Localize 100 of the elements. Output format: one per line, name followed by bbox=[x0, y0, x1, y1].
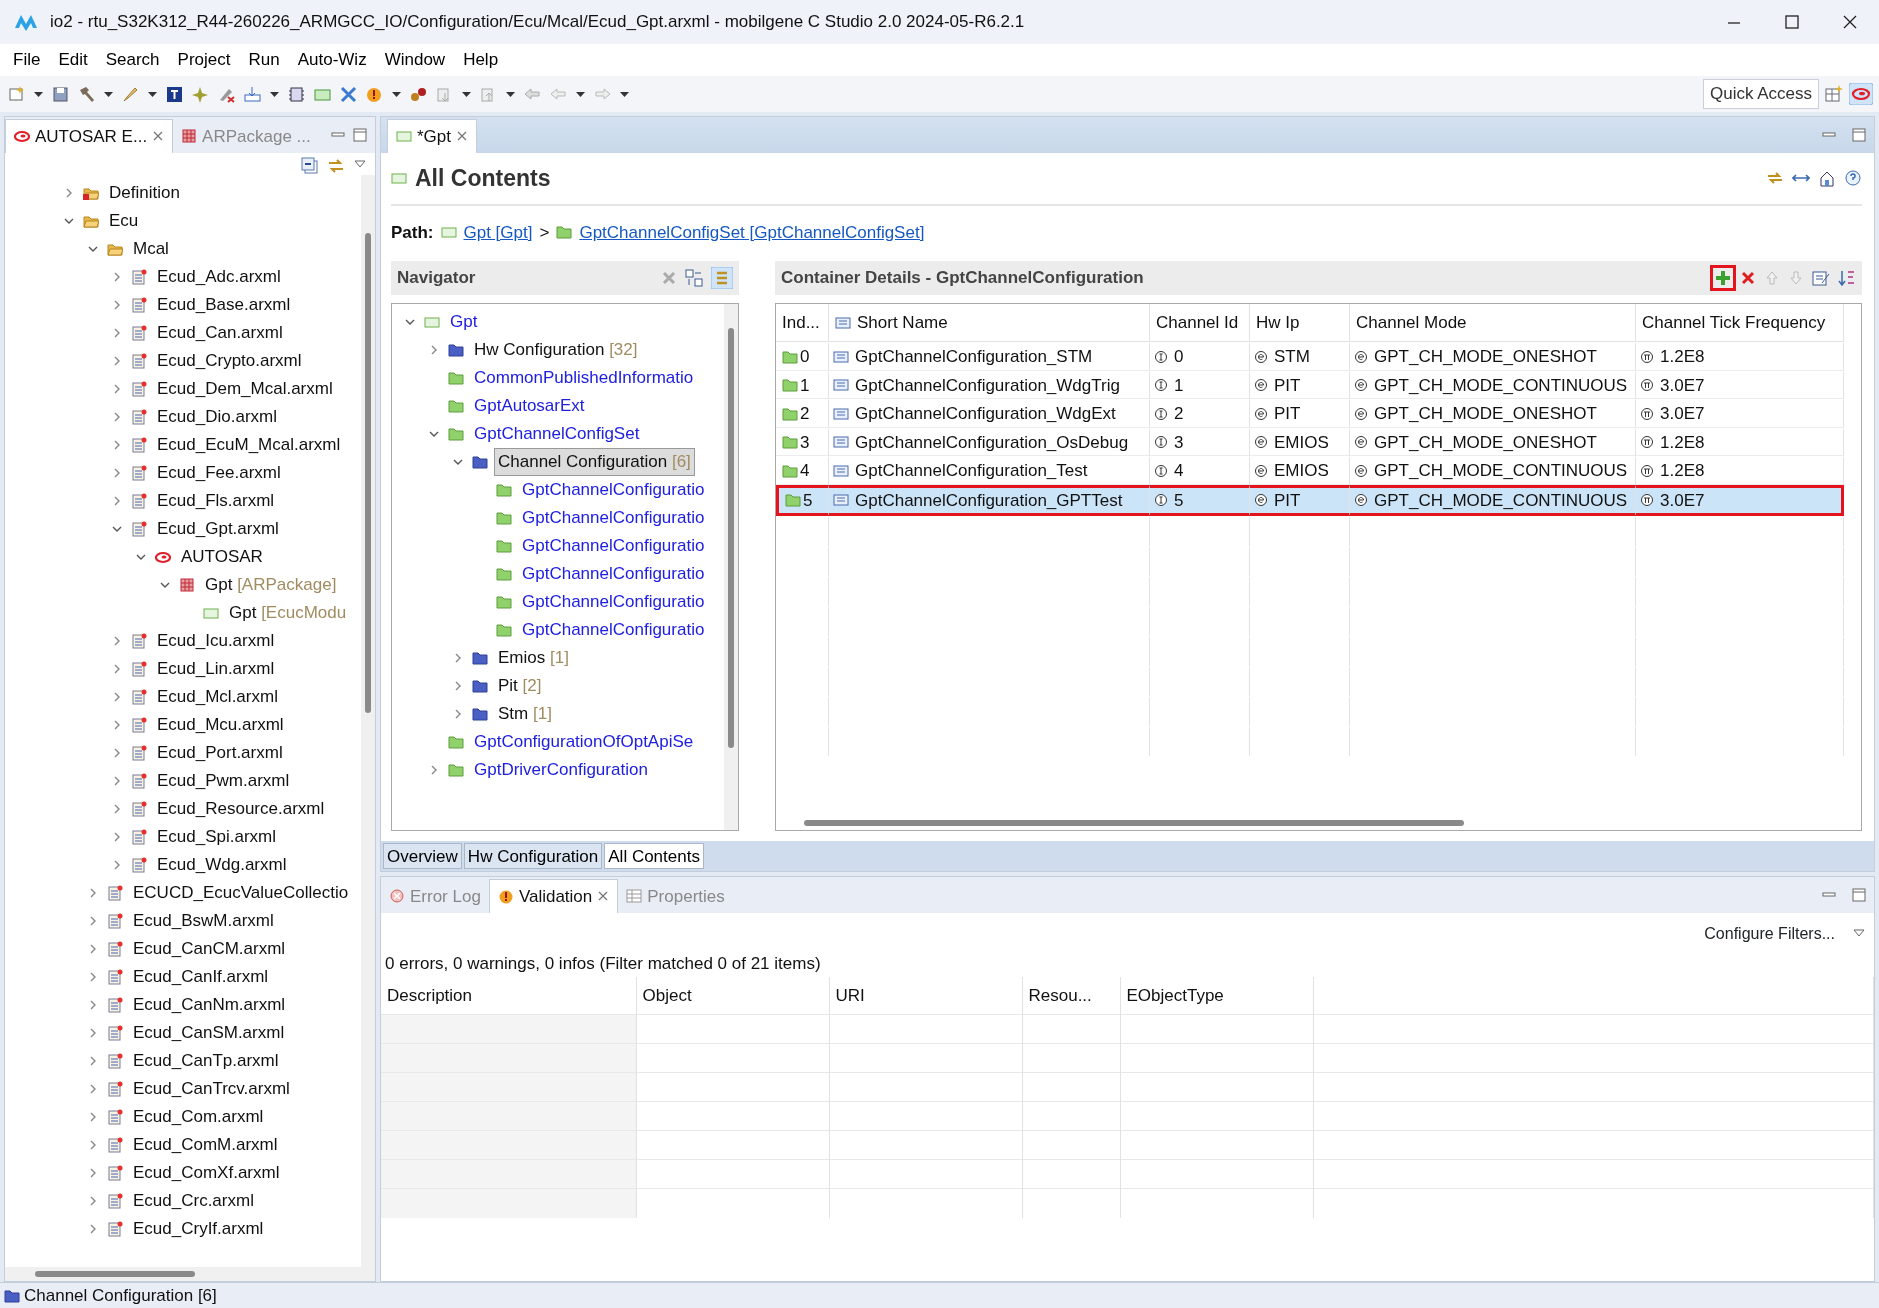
list-icon[interactable] bbox=[711, 267, 733, 289]
tree-item[interactable]: Ecu bbox=[105, 207, 143, 235]
perspective-icon[interactable] bbox=[1824, 84, 1844, 104]
tree-item[interactable]: Ecud_Base.arxml bbox=[153, 291, 295, 319]
caret-icon[interactable] bbox=[461, 89, 472, 99]
tree-item[interactable]: Ecud_Dio.arxml bbox=[153, 403, 281, 431]
path-link[interactable]: GptChannelConfigSet [GptChannelConfigSet] bbox=[579, 219, 925, 245]
column-header[interactable]: Hw Ip bbox=[1250, 304, 1350, 342]
column-header[interactable]: EObjectType bbox=[1120, 976, 1313, 1015]
tree-item[interactable]: GptChannelConfiguratio bbox=[518, 560, 709, 588]
hammer-icon[interactable] bbox=[77, 84, 96, 104]
scrollbar[interactable] bbox=[724, 304, 738, 830]
column-header[interactable]: URI bbox=[829, 976, 1022, 1015]
caret-icon[interactable] bbox=[619, 89, 630, 99]
column-header[interactable]: Object bbox=[636, 976, 829, 1015]
cross-tool-icon[interactable] bbox=[339, 84, 358, 104]
maximize-icon[interactable] bbox=[1782, 13, 1802, 31]
menu-item[interactable]: Search bbox=[96, 47, 169, 73]
help-icon[interactable] bbox=[1844, 169, 1862, 188]
tree-item[interactable]: GptChannelConfiguratio bbox=[518, 476, 709, 504]
tree-item[interactable]: Pit [2] bbox=[494, 672, 546, 700]
table-row[interactable]: 3 GptChannelConfiguration_OsDebug 3 EMIOS GPT_CH_MODE_ONESHOT 1.2E8 bbox=[776, 427, 1844, 456]
tree-item[interactable]: Ecud_BswM.arxml bbox=[129, 907, 278, 935]
editor-tab[interactable]: *Gpt bbox=[387, 118, 478, 153]
tree-item[interactable]: Ecud_CanIf.arxml bbox=[129, 963, 273, 991]
caret-icon[interactable] bbox=[391, 89, 402, 99]
tree-item[interactable]: Ecud_Mcl.arxml bbox=[153, 683, 282, 711]
chip-icon[interactable] bbox=[287, 84, 306, 104]
tree-item[interactable]: GptChannelConfiguratio bbox=[518, 616, 709, 644]
delete-icon[interactable] bbox=[1740, 270, 1756, 286]
column-header[interactable]: Channel Tick Frequency bbox=[1636, 304, 1844, 342]
menu-item[interactable]: Window bbox=[375, 47, 455, 73]
column-header[interactable]: Resou... bbox=[1022, 976, 1120, 1015]
menu-item[interactable]: Auto-Wiz bbox=[288, 47, 376, 73]
collapse-all-icon[interactable] bbox=[301, 157, 319, 175]
tree-item[interactable]: Ecud_CanSM.arxml bbox=[129, 1019, 289, 1047]
table-row[interactable]: 0 GptChannelConfiguration_STM 0 STM GPT_CH_MODE_ONESHOT 1.2E8 bbox=[776, 342, 1844, 371]
edit-icon[interactable] bbox=[1812, 269, 1830, 287]
tree-item[interactable]: Ecud_Icu.arxml bbox=[153, 627, 279, 655]
tree-item[interactable]: Ecud_Lin.arxml bbox=[153, 655, 279, 683]
tree-item[interactable]: Ecud_CanNm.arxml bbox=[129, 991, 290, 1019]
maximize-icon[interactable] bbox=[353, 128, 367, 142]
tree-item[interactable]: Ecud_Dem_Mcal.arxml bbox=[153, 375, 337, 403]
new-file-icon[interactable] bbox=[7, 84, 26, 104]
column-header[interactable]: Channel Mode bbox=[1350, 304, 1636, 342]
table-row[interactable]: 1 GptChannelConfiguration_WdgTrig 1 PIT GPT_CH_MODE_CONTINUOUS 3.0E7 bbox=[776, 370, 1844, 399]
tree-item[interactable]: Emios [1] bbox=[494, 644, 573, 672]
tree-item[interactable]: Ecud_Resource.arxml bbox=[153, 795, 329, 823]
scrollbar[interactable] bbox=[361, 175, 375, 1267]
configure-filters-link[interactable]: Configure Filters... bbox=[1703, 921, 1836, 947]
menu-item[interactable]: Edit bbox=[49, 47, 97, 73]
home-icon[interactable] bbox=[1818, 169, 1836, 188]
quick-access-field[interactable]: Quick Access bbox=[1702, 79, 1819, 109]
scrollbar[interactable] bbox=[5, 1267, 375, 1281]
menu-item[interactable]: File bbox=[4, 47, 50, 73]
tree-item[interactable]: Gpt [ARPackage] bbox=[201, 571, 341, 599]
tree-item[interactable]: Ecud_CryIf.arxml bbox=[129, 1215, 268, 1243]
column-header[interactable]: Channel Id bbox=[1150, 304, 1250, 342]
tree-item[interactable]: Ecud_Fls.arxml bbox=[153, 487, 279, 515]
tree-item[interactable]: Ecud_Gpt.arxml bbox=[153, 515, 283, 543]
caret-icon[interactable] bbox=[147, 89, 158, 99]
table-row[interactable]: 4 GptChannelConfiguration_Test 4 EMIOS GPT_CH_MODE_CONTINUOUS 1.2E8 bbox=[776, 456, 1844, 485]
tree-item[interactable]: GptChannelConfiguratio bbox=[518, 532, 709, 560]
tree-item[interactable]: Ecud_CanTp.arxml bbox=[129, 1047, 283, 1075]
caret-icon[interactable] bbox=[575, 89, 586, 99]
text-icon[interactable] bbox=[165, 84, 184, 104]
column-header[interactable]: Ind... bbox=[776, 304, 829, 342]
tree-item[interactable]: Stm [1] bbox=[494, 700, 556, 728]
maximize-icon[interactable] bbox=[1852, 888, 1866, 902]
tree-item[interactable]: Gpt bbox=[446, 308, 482, 336]
menu-item[interactable]: Help bbox=[454, 47, 508, 73]
tree-item[interactable]: Ecud_Pwm.arxml bbox=[153, 767, 294, 795]
tree-item[interactable]: Ecud_EcuM_Mcal.arxml bbox=[153, 431, 345, 459]
tree-item[interactable]: Ecud_CanTrcv.arxml bbox=[129, 1075, 294, 1103]
tree-item[interactable]: AUTOSAR bbox=[177, 543, 267, 571]
tree-item[interactable]: Ecud_Adc.arxml bbox=[153, 263, 285, 291]
tree-item[interactable]: Gpt [EcucModu bbox=[225, 599, 351, 627]
page-tab[interactable]: Overview bbox=[383, 843, 462, 869]
maximize-icon[interactable] bbox=[1852, 128, 1866, 142]
tree-item[interactable]: Ecud_Fee.arxml bbox=[153, 459, 285, 487]
column-header[interactable]: Short Name bbox=[857, 309, 948, 336]
tree-item[interactable]: Ecud_Com.arxml bbox=[129, 1103, 268, 1131]
tree-item[interactable]: Ecud_ComXf.arxml bbox=[129, 1159, 284, 1187]
tree-item[interactable]: GptChannelConfiguratio bbox=[518, 504, 709, 532]
tree-item[interactable]: Ecud_Crc.arxml bbox=[129, 1187, 258, 1215]
page-tab[interactable]: All Contents bbox=[604, 843, 704, 869]
tree-item[interactable]: CommonPublishedInformatio bbox=[470, 364, 698, 392]
tree-item[interactable]: GptAutosarExt bbox=[470, 392, 589, 420]
menu-item[interactable]: Run bbox=[239, 47, 289, 73]
caret-icon[interactable] bbox=[269, 89, 280, 99]
tree-item[interactable]: Ecud_Can.arxml bbox=[153, 319, 287, 347]
tree-item[interactable]: GptConfigurationOfOptApiSe bbox=[470, 728, 698, 756]
tree-item[interactable]: GptChannelConfiguratio bbox=[518, 588, 709, 616]
link-arrows-icon[interactable] bbox=[327, 157, 345, 175]
panel-tab[interactable]: Validation bbox=[488, 878, 619, 913]
tree-item[interactable]: ECUCD_EcucValueCollectio bbox=[129, 879, 353, 907]
panel-tab[interactable]: AUTOSAR E... bbox=[5, 118, 174, 153]
caret-icon[interactable] bbox=[103, 89, 114, 99]
table-row[interactable]: 5 GptChannelConfiguration_GPTTest 5 PIT GPT_CH_MODE_CONTINUOUS 3.0E7 bbox=[776, 484, 1844, 516]
caret-icon[interactable] bbox=[33, 89, 44, 99]
